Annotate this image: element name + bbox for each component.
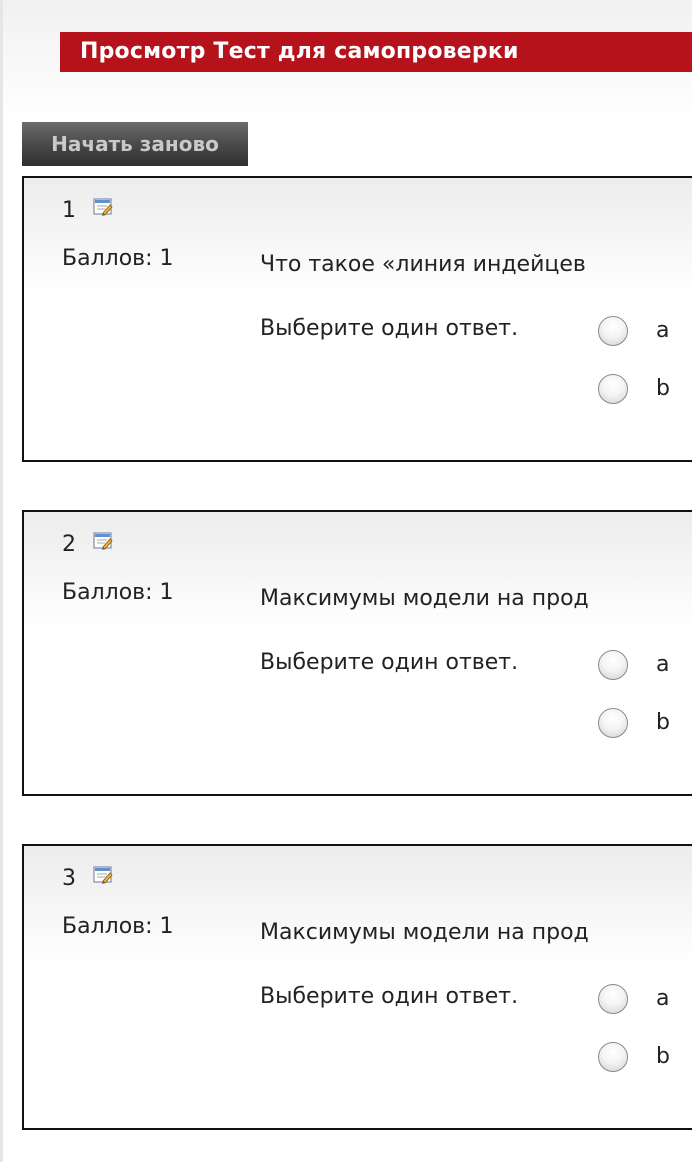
option-b-label[interactable]: b bbox=[656, 1044, 670, 1070]
answer-prompt: Выберите один ответ. bbox=[260, 316, 519, 341]
page-title: Просмотр Тест для самопроверки bbox=[60, 32, 692, 72]
option-b-label[interactable]: b bbox=[656, 376, 670, 402]
edit-icon[interactable] bbox=[92, 196, 114, 218]
question-2: 2 Баллов: 1 Максимумы модели на прод Выб… bbox=[22, 510, 692, 796]
question-grade: Баллов: 1 bbox=[62, 580, 174, 605]
answer-prompt: Выберите один ответ. bbox=[260, 984, 519, 1009]
question-3: 3 Баллов: 1 Максимумы модели на прод Выб… bbox=[22, 844, 692, 1130]
question-1: 1 Баллов: 1 Что такое «линия индейцев Вы… bbox=[22, 176, 692, 462]
option-a-label[interactable]: a bbox=[656, 652, 669, 678]
radio-option-b[interactable] bbox=[598, 374, 628, 404]
question-text: Максимумы модели на прод bbox=[260, 586, 589, 611]
radio-option-a[interactable] bbox=[598, 650, 628, 680]
radio-option-a[interactable] bbox=[598, 984, 628, 1014]
question-grade: Баллов: 1 bbox=[62, 914, 174, 939]
edit-icon[interactable] bbox=[92, 864, 114, 886]
option-b-label[interactable]: b bbox=[656, 710, 670, 736]
option-a-label[interactable]: a bbox=[656, 986, 669, 1012]
question-number: 1 bbox=[62, 198, 76, 223]
edit-icon[interactable] bbox=[92, 530, 114, 552]
question-text: Максимумы модели на прод bbox=[260, 920, 589, 945]
question-number: 2 bbox=[62, 532, 76, 557]
radio-option-b[interactable] bbox=[598, 708, 628, 738]
question-grade: Баллов: 1 bbox=[62, 246, 174, 271]
radio-option-b[interactable] bbox=[598, 1042, 628, 1072]
question-text: Что такое «линия индейцев bbox=[260, 252, 586, 277]
restart-button[interactable]: Начать заново bbox=[22, 122, 248, 166]
question-number: 3 bbox=[62, 866, 76, 891]
left-edge bbox=[0, 0, 3, 1162]
answer-prompt: Выберите один ответ. bbox=[260, 650, 519, 675]
radio-option-a[interactable] bbox=[598, 316, 628, 346]
option-a-label[interactable]: a bbox=[656, 318, 669, 344]
